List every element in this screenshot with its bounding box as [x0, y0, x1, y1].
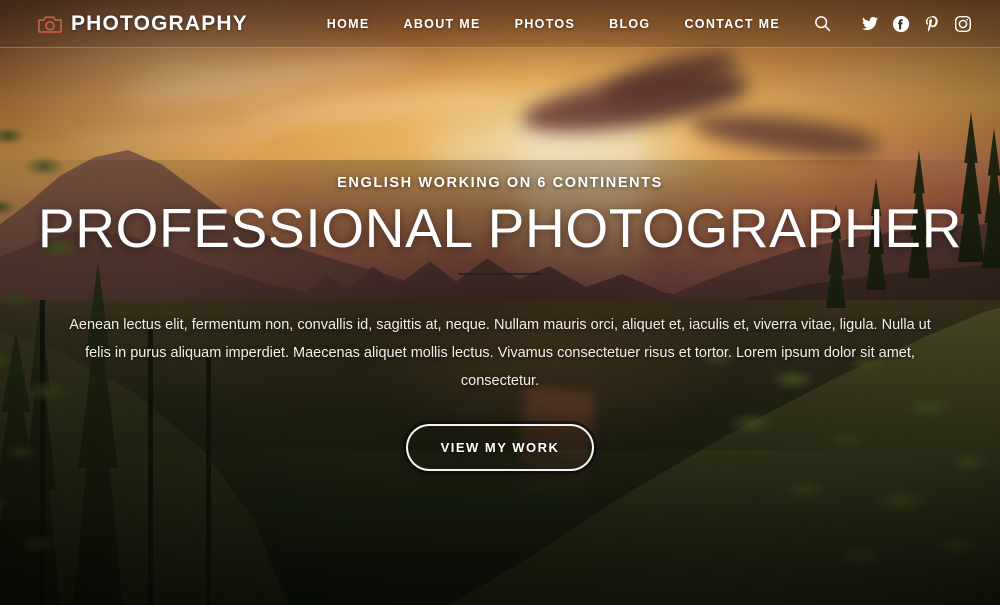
- main-navigation: HOME ABOUT ME PHOTOS BLOG CONTACT ME: [310, 0, 797, 48]
- search-button[interactable]: [807, 0, 838, 48]
- site-header: PHOTOGRAPHY HOME ABOUT ME PHOTOS BLOG CO…: [0, 0, 1000, 48]
- photography-landing-page: PHOTOGRAPHY HOME ABOUT ME PHOTOS BLOG CO…: [0, 0, 1000, 605]
- nav-link-home[interactable]: HOME: [310, 0, 387, 48]
- nav-link-about-me[interactable]: ABOUT ME: [387, 0, 498, 48]
- pinterest-icon[interactable]: [916, 0, 947, 48]
- header-tools: [807, 0, 978, 48]
- instagram-icon[interactable]: [947, 0, 978, 48]
- view-my-work-button[interactable]: VIEW MY WORK: [405, 423, 595, 471]
- camera-icon: [38, 14, 62, 34]
- brand-name: PHOTOGRAPHY: [71, 11, 248, 35]
- nav-link-blog[interactable]: BLOG: [592, 0, 667, 48]
- brand-logo[interactable]: PHOTOGRAPHY: [38, 12, 248, 36]
- nav-link-photos[interactable]: PHOTOS: [498, 0, 592, 48]
- page-title: PROFESSIONAL PHOTOGRAPHER: [37, 197, 963, 259]
- facebook-icon[interactable]: [885, 0, 916, 48]
- hero-section: ENGLISH WORKING ON 6 CONTINENTS PROFESSI…: [0, 48, 1000, 605]
- twitter-icon[interactable]: [854, 0, 885, 48]
- nav-link-contact-me[interactable]: CONTACT ME: [667, 0, 797, 48]
- hero-description: Aenean lectus elit, fermentum non, conva…: [69, 317, 931, 389]
- title-divider: [458, 273, 542, 276]
- hero-eyebrow: ENGLISH WORKING ON 6 CONTINENTS: [337, 175, 663, 191]
